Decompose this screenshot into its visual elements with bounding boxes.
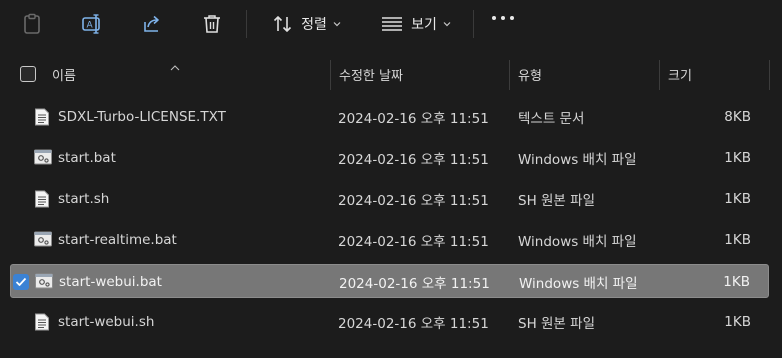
file-row[interactable]: SDXL-Turbo-LICENSE.TXT 2024-02-16 오후 11:… xyxy=(10,100,769,134)
file-name: start-webui.sh xyxy=(58,314,155,330)
file-name: start-realtime.bat xyxy=(58,232,177,248)
column-type[interactable]: 유형 xyxy=(518,58,658,90)
column-header: 이름 수정한 날짜 유형 크기 xyxy=(0,58,782,90)
share-button[interactable] xyxy=(134,8,170,40)
batch-file-icon xyxy=(35,273,53,291)
toolbar-divider xyxy=(473,10,474,38)
column-divider[interactable] xyxy=(330,60,331,90)
file-type: SH 원본 파일 xyxy=(518,316,595,332)
script-file-icon xyxy=(34,190,50,208)
file-explorer-window: A 정렬 보기 이름 수정한 날짜 유형 크기 SDXL-Turbo-LICEN… xyxy=(0,0,782,358)
rename-button[interactable]: A xyxy=(74,8,110,40)
file-size: 8KB xyxy=(724,109,751,125)
file-size: 1KB xyxy=(724,314,751,330)
batch-file-icon xyxy=(34,149,52,167)
file-name: SDXL-Turbo-LICENSE.TXT xyxy=(58,109,226,125)
file-date: 2024-02-16 오후 11:51 xyxy=(338,316,489,332)
file-name: start.sh xyxy=(58,191,110,207)
script-file-icon xyxy=(34,313,50,331)
column-size-label: 크기 xyxy=(668,68,692,84)
more-options-button[interactable] xyxy=(492,16,514,20)
column-type-label: 유형 xyxy=(518,68,542,84)
text-file-icon xyxy=(34,108,50,126)
more-dot xyxy=(492,16,496,20)
file-type: Windows 배치 파일 xyxy=(518,234,637,250)
view-label: 보기 xyxy=(411,17,437,33)
column-modified[interactable]: 수정한 날짜 xyxy=(339,58,509,90)
rename-icon: A xyxy=(81,13,103,35)
paste-button[interactable] xyxy=(14,8,50,40)
command-bar: A 정렬 보기 xyxy=(0,0,782,48)
svg-text:A: A xyxy=(87,21,94,31)
file-name: start.bat xyxy=(58,150,116,166)
file-row[interactable]: start.bat 2024-02-16 오후 11:51 Windows 배치… xyxy=(10,141,769,175)
file-type: SH 원본 파일 xyxy=(518,193,595,209)
file-date: 2024-02-16 오후 11:51 xyxy=(339,276,490,292)
column-name[interactable]: 이름 xyxy=(52,58,327,90)
sort-icon xyxy=(273,15,293,33)
clipboard-icon xyxy=(22,13,42,35)
file-type: 텍스트 문서 xyxy=(518,111,585,127)
batch-file-icon xyxy=(34,231,52,249)
checkbox-box xyxy=(20,66,36,82)
file-name: start-webui.bat xyxy=(59,274,162,290)
column-divider[interactable] xyxy=(659,60,660,90)
file-type: Windows 배치 파일 xyxy=(518,152,637,168)
checkmark-icon xyxy=(15,277,27,286)
select-all-checkbox[interactable] xyxy=(20,58,36,90)
column-size[interactable]: 크기 xyxy=(668,58,768,90)
column-divider[interactable] xyxy=(509,60,510,90)
file-date: 2024-02-16 오후 11:51 xyxy=(338,111,489,127)
file-row-selected[interactable]: start-webui.bat 2024-02-16 오후 11:51 Wind… xyxy=(10,264,769,298)
file-row[interactable]: start.sh 2024-02-16 오후 11:51 SH 원본 파일 1K… xyxy=(10,182,769,216)
file-row[interactable]: start-realtime.bat 2024-02-16 오후 11:51 W… xyxy=(10,223,769,257)
file-size: 1KB xyxy=(724,232,751,248)
trash-icon xyxy=(202,13,222,35)
row-checkbox-checked[interactable] xyxy=(13,274,29,290)
list-view-icon xyxy=(381,16,403,32)
file-size: 1KB xyxy=(724,191,751,207)
file-size: 1KB xyxy=(724,150,751,166)
delete-button[interactable] xyxy=(194,8,230,40)
sort-label: 정렬 xyxy=(301,17,327,33)
column-divider[interactable] xyxy=(769,60,770,90)
file-row[interactable]: start-webui.sh 2024-02-16 오후 11:51 SH 원본… xyxy=(10,305,769,339)
share-icon xyxy=(141,13,163,35)
file-date: 2024-02-16 오후 11:51 xyxy=(338,193,489,209)
more-dot xyxy=(501,16,505,20)
file-date: 2024-02-16 오후 11:51 xyxy=(338,234,489,250)
file-size: 1KB xyxy=(723,274,750,290)
view-button[interactable]: 보기 xyxy=(372,8,460,40)
chevron-down-icon xyxy=(333,21,341,27)
toolbar-divider xyxy=(246,10,247,38)
file-date: 2024-02-16 오후 11:51 xyxy=(338,152,489,168)
sort-button[interactable]: 정렬 xyxy=(262,8,352,40)
chevron-down-icon xyxy=(443,21,451,27)
column-modified-label: 수정한 날짜 xyxy=(339,68,403,84)
more-dot xyxy=(510,16,514,20)
file-type: Windows 배치 파일 xyxy=(519,276,638,292)
column-name-label: 이름 xyxy=(52,68,76,84)
